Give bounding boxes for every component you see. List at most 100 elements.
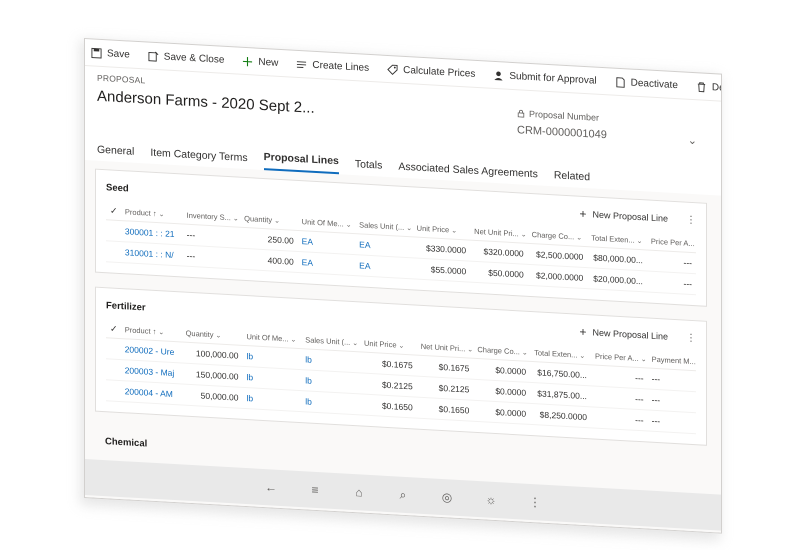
charge-cell: $2,000.0000 <box>527 264 588 289</box>
compass-icon[interactable]: ◎ <box>439 490 455 505</box>
save-close-button[interactable]: Save & Close <box>148 50 225 66</box>
chevron-down-icon: ⌄ <box>640 356 647 364</box>
inventory-cell: --- <box>182 245 241 270</box>
chevron-down-icon: ⌄ <box>467 346 474 354</box>
chevron-down-icon: ⌄ <box>158 211 165 219</box>
lightbulb-icon[interactable]: ☼ <box>483 492 499 507</box>
document-icon <box>616 76 625 88</box>
net-unit-price-cell: $0.1650 <box>416 397 474 422</box>
uom-link[interactable]: EA <box>297 251 356 276</box>
chevron-down-icon: ⌄ <box>215 332 222 340</box>
chevron-down-icon: ⌄ <box>579 352 586 361</box>
chevron-down-icon: ⌄ <box>398 342 405 350</box>
plus-icon: + <box>579 206 587 222</box>
chevron-down-icon: ⌄ <box>521 349 528 357</box>
more-icon[interactable]: ⋮ <box>527 495 543 510</box>
new-button[interactable]: New <box>242 55 278 68</box>
row-checkbox[interactable] <box>106 337 121 360</box>
product-link[interactable]: 310001 : : N/ <box>120 241 183 267</box>
total-cell: $8,250.0000 <box>530 403 591 428</box>
back-icon[interactable]: ← <box>263 480 279 495</box>
chevron-down-icon[interactable]: ⌄ <box>688 134 697 148</box>
save-label: Save <box>107 47 130 61</box>
create-lines-label: Create Lines <box>312 59 370 74</box>
calculate-prices-label: Calculate Prices <box>403 64 476 80</box>
plus-icon <box>243 56 253 66</box>
fertilizer-title: Fertilizer <box>106 299 146 313</box>
fertilizer-section: Fertilizer + New Proposal Line ⋮ ✓ Produc… <box>95 286 707 446</box>
save-close-label: Save & Close <box>163 50 225 66</box>
quantity-cell: 400.00 <box>240 248 298 273</box>
deactivate-label: Deactivate <box>630 77 678 91</box>
product-link[interactable]: 200004 - AM <box>120 380 182 405</box>
net-unit-price-cell: $50.0000 <box>470 261 528 286</box>
delete-button[interactable]: Delete <box>696 81 722 95</box>
calculate-prices-button[interactable]: Calculate Prices <box>387 63 475 79</box>
seed-title: Seed <box>106 181 129 195</box>
deactivate-button[interactable]: Deactivate <box>615 76 678 91</box>
row-checkbox[interactable] <box>106 240 121 263</box>
proposal-number-label: Proposal Number <box>529 108 600 123</box>
new-label: New <box>258 56 279 69</box>
quantity-cell: 50,000.00 <box>181 383 243 409</box>
person-icon <box>494 71 503 81</box>
menu-icon[interactable]: ≡ <box>307 482 323 497</box>
checkmark-icon: ✓ <box>110 323 118 334</box>
chevron-down-icon: ⌄ <box>345 221 352 229</box>
lock-icon <box>517 109 525 118</box>
chevron-down-icon: ⌄ <box>352 339 359 348</box>
fertilizer-more-icon[interactable]: ⋮ <box>686 332 696 344</box>
save-close-icon <box>148 51 159 62</box>
price-per-cell: --- <box>590 406 648 432</box>
checkmark-icon: ✓ <box>110 205 118 216</box>
charge-cell: $0.0000 <box>473 400 531 425</box>
total-cell: $20,000.00... <box>587 267 647 292</box>
payment-cell: --- <box>647 410 696 434</box>
chevron-down-icon: ⌄ <box>158 329 165 337</box>
list-icon <box>297 60 307 68</box>
seed-new-line-button[interactable]: + New Proposal Line <box>579 207 668 226</box>
sales-unit-link[interactable]: lb <box>301 390 360 415</box>
tab-related[interactable]: Related <box>554 169 590 188</box>
select-all-checkbox[interactable]: ✓ <box>106 320 121 339</box>
save-icon <box>91 47 102 59</box>
unit-price-cell: $55.0000 <box>412 257 471 283</box>
tab-general[interactable]: General <box>97 144 134 163</box>
payment-cell: --- <box>647 389 696 413</box>
plus-icon: + <box>579 324 587 340</box>
seed-more-icon[interactable]: ⋮ <box>686 214 696 226</box>
delete-label: Delete <box>711 81 722 95</box>
search-icon[interactable]: ⌕ <box>395 487 411 503</box>
trash-icon <box>697 81 706 92</box>
submit-approval-label: Submit for Approval <box>509 70 597 87</box>
seed-section: Seed + New Proposal Line ⋮ ✓ Product ↑ ⌄ I… <box>95 168 707 307</box>
submit-approval-button[interactable]: Submit for Approval <box>493 69 597 87</box>
row-checkbox[interactable] <box>106 358 121 381</box>
chevron-down-icon: ⌄ <box>520 231 527 239</box>
sales-unit-link[interactable]: EA <box>355 254 413 279</box>
chevron-down-icon: ⌄ <box>636 237 643 246</box>
chevron-down-icon: ⌄ <box>274 217 280 225</box>
chevron-down-icon: ⌄ <box>576 234 583 242</box>
proposal-number-value-row: CRM-0000001049 ⌄ <box>517 124 697 147</box>
row-checkbox[interactable] <box>106 219 121 242</box>
select-all-checkbox[interactable]: ✓ <box>106 202 121 221</box>
tag-icon <box>387 64 398 75</box>
save-button[interactable]: Save <box>91 47 130 60</box>
home-icon[interactable]: ⌂ <box>351 485 367 500</box>
chevron-down-icon: ⌄ <box>406 225 413 233</box>
row-checkbox[interactable] <box>106 379 121 402</box>
chevron-down-icon: ⌄ <box>451 227 458 235</box>
fertilizer-new-line-label: New Proposal Line <box>592 327 668 342</box>
stage: Save Save & Close New Create Lines Calcu… <box>0 0 800 550</box>
uom-link[interactable]: lb <box>242 387 302 412</box>
proposal-number-value: CRM-0000001049 <box>517 124 607 142</box>
price-per-cell: --- <box>646 249 696 274</box>
chevron-down-icon: ⌄ <box>290 336 297 344</box>
create-lines-button[interactable]: Create Lines <box>296 58 369 73</box>
tab-totals[interactable]: Totals <box>355 158 382 177</box>
fertilizer-new-line-button[interactable]: + New Proposal Line <box>579 325 668 344</box>
chevron-down-icon: ⌄ <box>232 215 239 223</box>
app-window: Save Save & Close New Create Lines Calcu… <box>84 38 722 534</box>
price-per-cell: --- <box>646 270 696 295</box>
